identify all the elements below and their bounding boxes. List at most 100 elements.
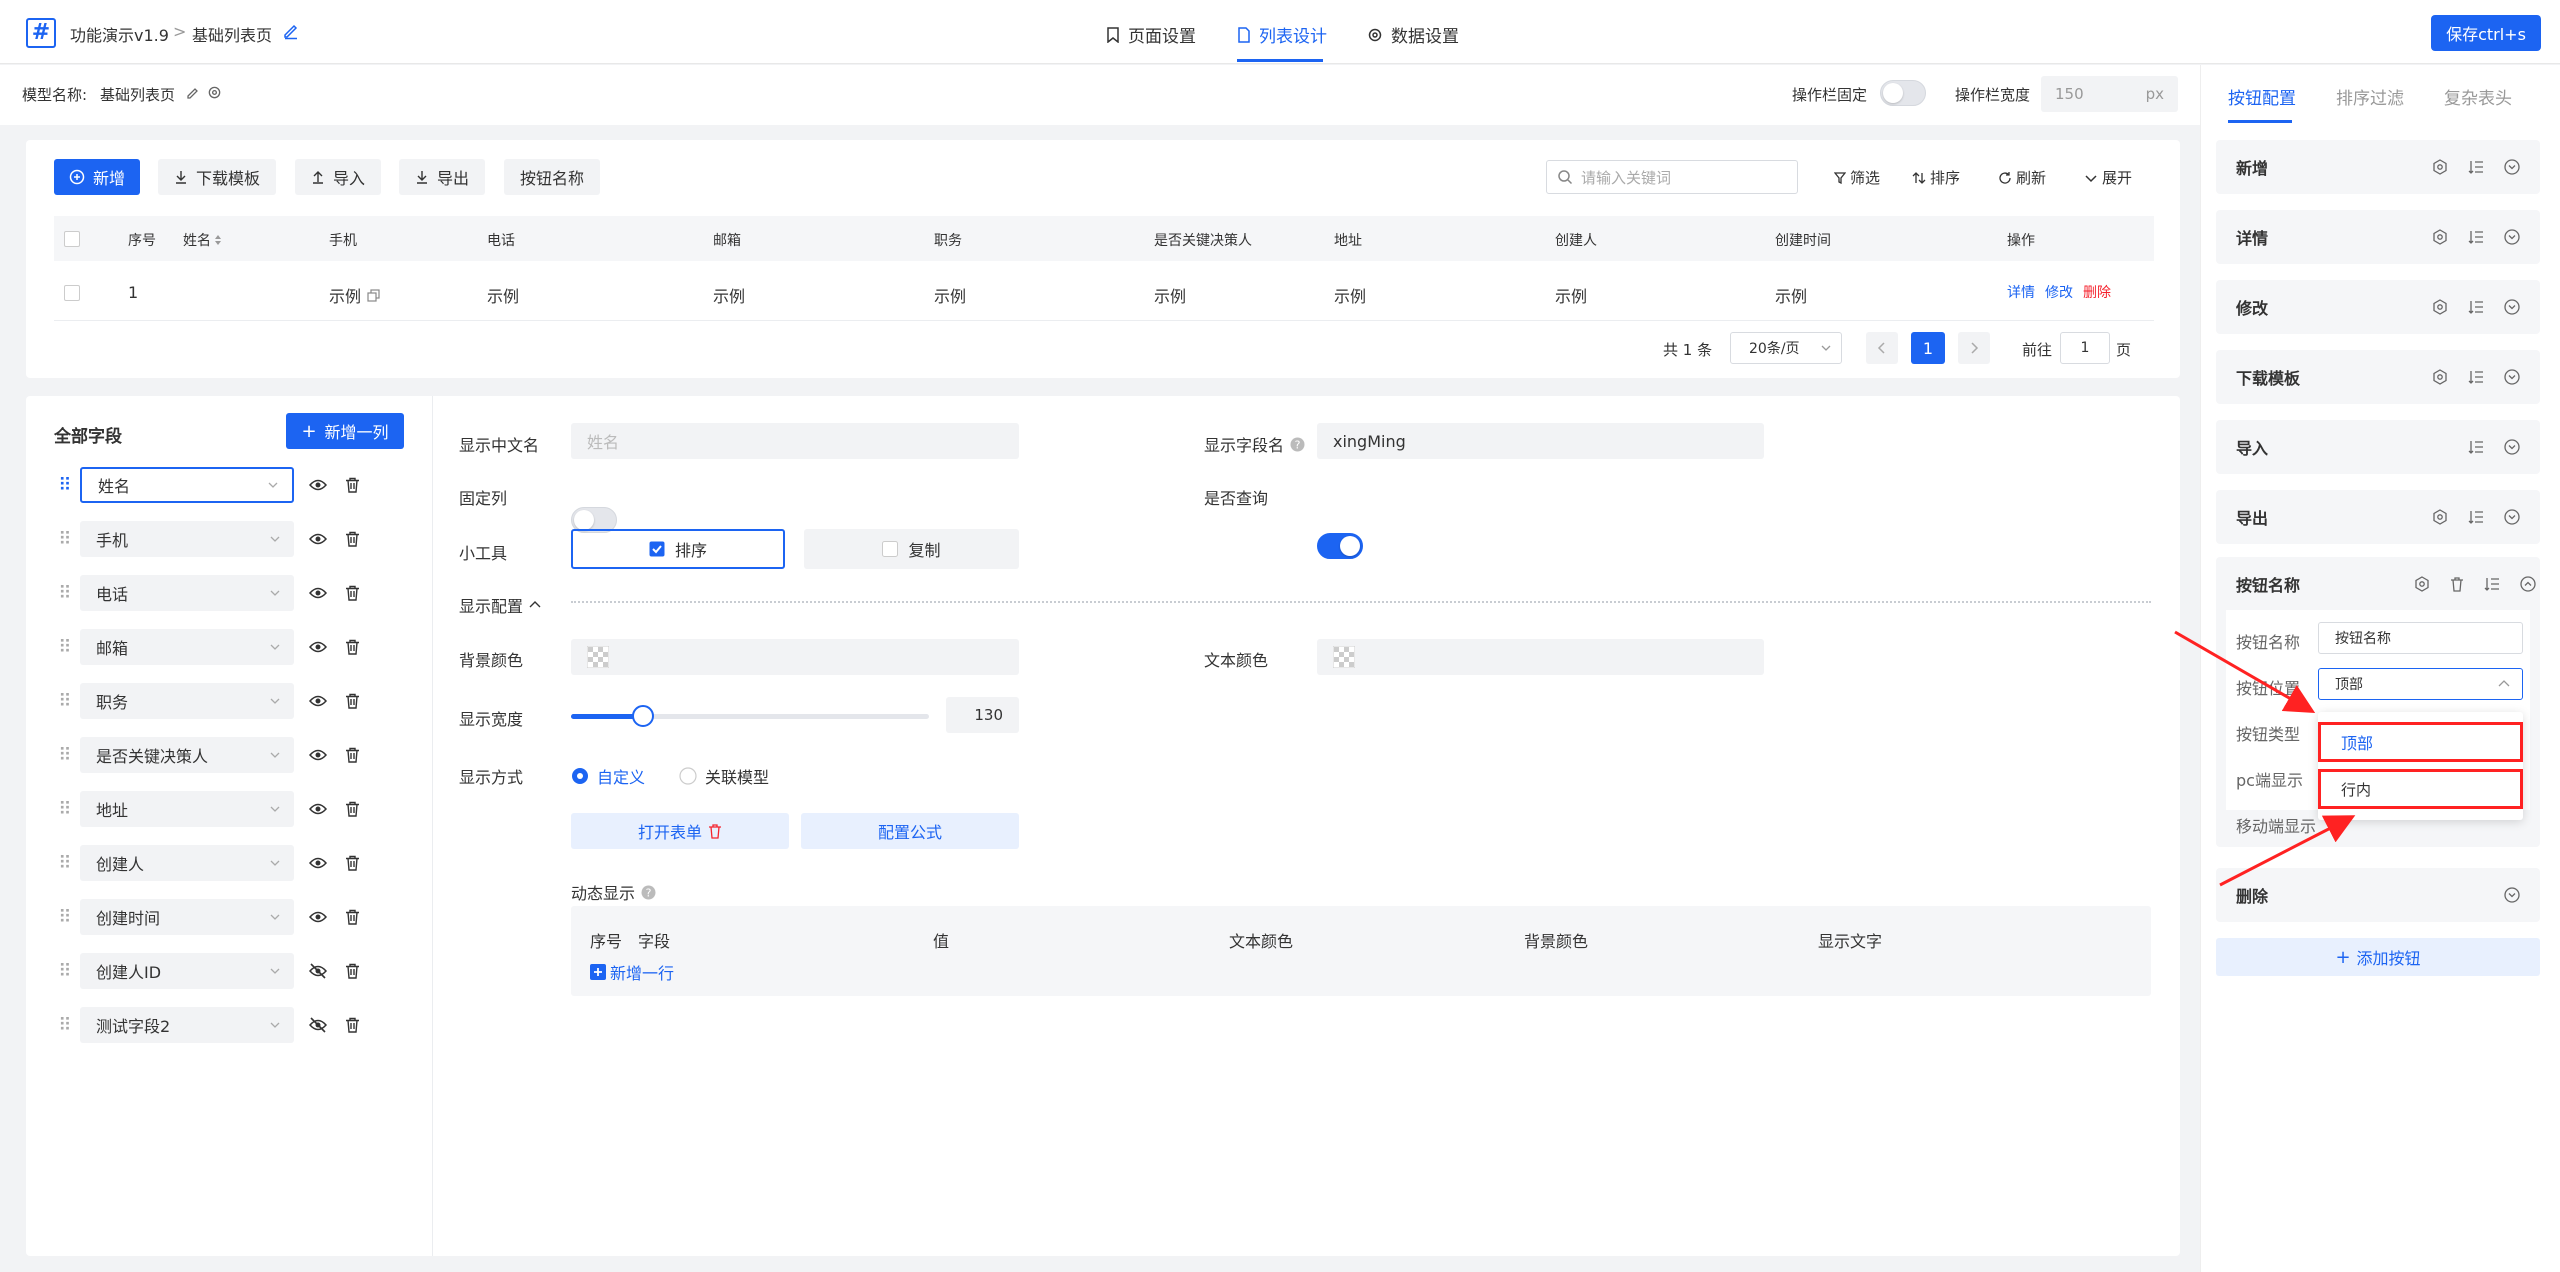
trash-icon[interactable] <box>342 531 362 547</box>
field-select[interactable]: 电话 <box>80 575 294 611</box>
expand-button[interactable]: 展开 <box>2084 167 2132 188</box>
breadcrumb-app[interactable]: 功能演示v1.9 <box>70 22 169 46</box>
field-select[interactable]: 地址 <box>80 791 294 827</box>
field-select[interactable]: 姓名 <box>80 467 294 503</box>
open-form-button[interactable]: 打开表单 <box>571 813 789 849</box>
width-slider-handle[interactable] <box>631 705 654 727</box>
drag-handle-icon[interactable]: ⠿ <box>50 799 80 820</box>
queryable-toggle[interactable] <box>1317 533 1363 559</box>
trash-icon[interactable] <box>2450 576 2464 592</box>
list-order-icon[interactable] <box>2468 229 2484 245</box>
refresh-button[interactable]: 刷新 <box>1998 167 2046 188</box>
save-button[interactable]: 保存ctrl+s <box>2431 15 2541 51</box>
download-template-button[interactable]: 下载模板 <box>158 159 276 195</box>
edit-icon[interactable] <box>282 22 300 40</box>
eye-icon[interactable] <box>294 856 342 870</box>
settings-icon[interactable] <box>2414 576 2430 592</box>
config-formula-button[interactable]: 配置公式 <box>801 813 1019 849</box>
operation-fixed-toggle[interactable] <box>1880 80 1926 106</box>
operation-width-input[interactable]: 150 px <box>2041 76 2178 112</box>
filter-button[interactable]: 筛选 <box>1834 167 1880 188</box>
chevron-down-circle-icon[interactable] <box>2504 159 2520 175</box>
trash-icon[interactable] <box>342 963 362 979</box>
add-button-button[interactable]: + 添加按钮 <box>2216 938 2540 976</box>
width-slider-track[interactable] <box>571 705 929 727</box>
field-select[interactable]: 创建时间 <box>80 899 294 935</box>
add-column-button[interactable]: + 新增一列 <box>286 413 404 449</box>
drag-handle-icon[interactable]: ⠿ <box>50 691 80 712</box>
eye-icon[interactable] <box>294 586 342 600</box>
page-1-button[interactable]: 1 <box>1911 332 1945 364</box>
eye-icon[interactable] <box>294 640 342 654</box>
eye-icon[interactable] <box>294 478 342 492</box>
drag-handle-icon[interactable]: ⠿ <box>50 853 80 874</box>
gear-icon[interactable] <box>207 85 222 100</box>
trash-icon[interactable] <box>342 1017 362 1033</box>
trash-icon[interactable] <box>708 823 722 839</box>
drag-handle-icon[interactable]: ⠿ <box>50 475 80 496</box>
eye-icon[interactable] <box>294 748 342 762</box>
trash-icon[interactable] <box>342 477 362 493</box>
row-checkbox[interactable] <box>64 285 80 301</box>
field-name-input[interactable]: xingMing <box>1317 423 1764 459</box>
field-select[interactable]: 邮箱 <box>80 629 294 665</box>
expanded-card-header[interactable]: 按钮名称 <box>2236 572 2536 596</box>
chevron-down-circle-icon[interactable] <box>2504 229 2520 245</box>
trash-icon[interactable] <box>342 909 362 925</box>
list-order-icon[interactable] <box>2484 576 2500 592</box>
tab-sort-filter[interactable]: 排序过滤 <box>2336 84 2404 109</box>
list-order-icon[interactable] <box>2468 159 2484 175</box>
row-detail-link[interactable]: 详情 <box>2007 282 2035 302</box>
button-card[interactable]: 新增 <box>2216 140 2540 194</box>
button-card[interactable]: 导出 <box>2216 490 2540 544</box>
chevron-down-circle-icon[interactable] <box>2504 299 2520 315</box>
tab-list-design[interactable]: 列表设计 <box>1237 22 1327 47</box>
copy-icon[interactable] <box>367 288 380 302</box>
list-order-icon[interactable] <box>2468 369 2484 385</box>
width-value-input[interactable]: 130 <box>946 697 1019 733</box>
tab-page-settings[interactable]: 页面设置 <box>1106 22 1196 47</box>
trash-icon[interactable] <box>342 801 362 817</box>
add-button[interactable]: 新增 <box>54 159 140 195</box>
list-order-icon[interactable] <box>2468 439 2484 455</box>
button-card[interactable]: 详情 <box>2216 210 2540 264</box>
settings-icon[interactable] <box>2432 159 2448 175</box>
drag-handle-icon[interactable]: ⠿ <box>50 529 80 550</box>
row-edit-link[interactable]: 修改 <box>2045 282 2073 302</box>
drag-handle-icon[interactable]: ⠿ <box>50 1015 80 1036</box>
eye-icon[interactable] <box>294 694 342 708</box>
text-color-picker[interactable] <box>1317 639 1764 675</box>
tool-copy-option[interactable]: 复制 <box>804 529 1019 569</box>
button-card[interactable]: 导入 <box>2216 420 2540 474</box>
goto-page-input[interactable]: 1 <box>2060 332 2110 364</box>
sort-button[interactable]: 排序 <box>1912 167 1960 188</box>
edit-icon[interactable] <box>186 86 200 100</box>
display-config-toggle[interactable]: 显示配置 <box>459 593 541 617</box>
settings-icon[interactable] <box>2432 299 2448 315</box>
field-select[interactable]: 测试字段2 <box>80 1007 294 1043</box>
trash-icon[interactable] <box>342 855 362 871</box>
bg-color-picker[interactable] <box>571 639 1019 675</box>
eye-icon[interactable] <box>294 802 342 816</box>
export-button[interactable]: 导出 <box>399 159 485 195</box>
keyword-search[interactable]: 请输入关键词 <box>1546 160 1798 194</box>
eye-off-icon[interactable] <box>294 1017 342 1033</box>
th-name[interactable]: 姓名 <box>183 230 222 250</box>
eye-icon[interactable] <box>294 910 342 924</box>
cn-name-input[interactable]: 姓名 <box>571 423 1019 459</box>
trash-icon[interactable] <box>342 693 362 709</box>
field-select[interactable]: 创建人 <box>80 845 294 881</box>
button-card[interactable]: 下载模板 <box>2216 350 2540 404</box>
chevron-down-circle-icon[interactable] <box>2504 509 2520 525</box>
next-page-button[interactable] <box>1958 332 1990 364</box>
field-select[interactable]: 职务 <box>80 683 294 719</box>
add-row-button[interactable]: 新增一行 <box>590 960 674 984</box>
drag-handle-icon[interactable]: ⠿ <box>50 745 80 766</box>
custom-button[interactable]: 按钮名称 <box>504 159 600 195</box>
settings-icon[interactable] <box>2432 369 2448 385</box>
field-select[interactable]: 是否关键决策人 <box>80 737 294 773</box>
prev-page-button[interactable] <box>1866 332 1898 364</box>
settings-icon[interactable] <box>2432 229 2448 245</box>
mode-custom-radio[interactable]: 自定义 <box>571 764 645 788</box>
tool-sort-option[interactable]: 排序 <box>571 529 785 569</box>
